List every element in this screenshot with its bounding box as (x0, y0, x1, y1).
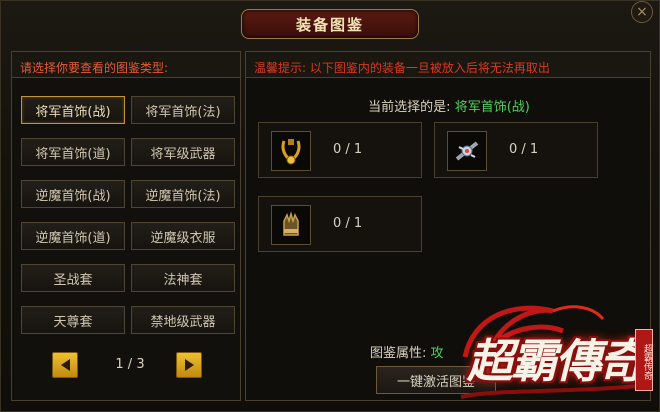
category-label: 逆魔首饰(道) (35, 230, 111, 246)
category-label: 将军级武器 (150, 146, 216, 162)
arrow-left-icon (60, 359, 70, 371)
category-button-general-weapon[interactable]: 将军级武器 (131, 138, 235, 166)
category-label: 禁地级武器 (150, 314, 216, 330)
equipment-codex-window: 装备图鉴 × 请选择你要查看的图鉴类型: 将军首饰(战) 将军首饰(法) 将军首… (0, 0, 660, 412)
game-logo: 超霸傳奇 超霸传奇 (453, 297, 657, 409)
logo-seal: 超霸传奇 (635, 329, 653, 391)
category-button-heaven-set[interactable]: 天尊套 (21, 306, 125, 334)
category-panel: 请选择你要查看的图鉴类型: 将军首饰(战) 将军首饰(法) 将军首饰(道) 将军… (11, 51, 241, 401)
equipment-slot[interactable]: 0 / 1 (258, 196, 422, 252)
category-label: 法神套 (163, 272, 203, 288)
category-label: 逆魔首饰(战) (35, 188, 111, 204)
slot-count: 0 / 1 (333, 142, 363, 157)
close-button[interactable]: × (631, 1, 653, 23)
category-button-demon-jewelry-mage[interactable]: 逆魔首饰(法) (131, 180, 235, 208)
bracelet-icon (283, 211, 299, 236)
ring-icon (455, 141, 479, 161)
category-button-general-jewelry-mage[interactable]: 将军首饰(法) (131, 96, 235, 124)
slot-count: 0 / 1 (509, 142, 539, 157)
close-icon: × (636, 4, 648, 20)
category-label: 圣战套 (53, 272, 93, 288)
prev-page-button[interactable] (52, 352, 78, 378)
category-label: 将军首饰(法) (145, 104, 221, 120)
current-selection-value: 将军首饰(战) (454, 100, 530, 115)
equipment-slot[interactable]: 0 / 1 (258, 122, 422, 178)
window-title: 装备图鉴 (241, 9, 419, 39)
codex-attribute-value: 攻 (430, 346, 444, 361)
current-selection-label: 当前选择的是: (368, 100, 451, 115)
category-label: 逆魔级衣服 (150, 230, 216, 246)
category-button-demon-jewelry-taoist[interactable]: 逆魔首饰(道) (21, 222, 125, 250)
category-label: 天尊套 (53, 314, 93, 330)
category-header: 请选择你要查看的图鉴类型: (12, 52, 240, 78)
category-label: 将军首饰(道) (35, 146, 111, 162)
codex-attribute-label: 图鉴属性: (370, 346, 427, 361)
pager: 1 / 3 (52, 352, 212, 380)
category-label: 将军首饰(战) (35, 104, 111, 120)
slot-icon-box (271, 205, 311, 245)
category-label: 逆魔首饰(法) (145, 188, 221, 204)
category-button-demon-jewelry-warrior[interactable]: 逆魔首饰(战) (21, 180, 125, 208)
slot-icon-box (447, 131, 487, 171)
slot-count: 0 / 1 (333, 216, 363, 231)
category-button-mage-god-set[interactable]: 法神套 (131, 264, 235, 292)
arrow-right-icon (184, 359, 194, 371)
category-button-general-jewelry-warrior[interactable]: 将军首饰(战) (21, 96, 125, 124)
codex-attribute: 图鉴属性: 攻 (370, 342, 444, 361)
category-button-forbidden-weapon[interactable]: 禁地级武器 (131, 306, 235, 334)
equipment-slot[interactable]: 0 / 1 (434, 122, 598, 178)
necklace-icon (281, 139, 301, 165)
category-button-holy-war-set[interactable]: 圣战套 (21, 264, 125, 292)
category-button-demon-armor[interactable]: 逆魔级衣服 (131, 222, 235, 250)
warning-tip: 温馨提示: 以下图鉴内的装备一旦被放入后将无法再取出 (246, 52, 650, 78)
slot-icon-box (271, 131, 311, 171)
current-selection: 当前选择的是: 将军首饰(战) (246, 96, 652, 115)
page-indicator: 1 / 3 (115, 357, 145, 372)
category-button-general-jewelry-taoist[interactable]: 将军首饰(道) (21, 138, 125, 166)
logo-text: 超霸傳奇 (467, 334, 645, 388)
next-page-button[interactable] (176, 352, 202, 378)
